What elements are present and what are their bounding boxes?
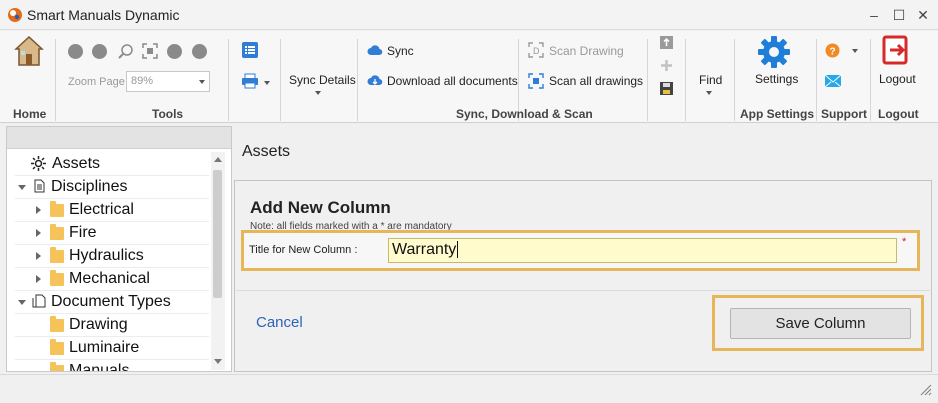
- zoom-out-icon[interactable]: [192, 44, 207, 59]
- tree-item-fire[interactable]: Fire: [69, 222, 97, 244]
- chevron-down-icon: [199, 80, 205, 84]
- find-button[interactable]: Find: [699, 73, 722, 87]
- scan-all-drawings-button[interactable]: Scan all drawings: [549, 74, 643, 88]
- zoom-search-icon[interactable]: [118, 43, 134, 59]
- tree-panel: Assets Disciplines Electrical Fire Hydra…: [6, 126, 232, 372]
- sync-download-scan-group-label: Sync, Download & Scan: [456, 107, 593, 121]
- form-divider: [236, 290, 930, 291]
- tree-item-hydraulics[interactable]: Hydraulics: [69, 245, 144, 267]
- scan-all-icon: [528, 73, 544, 89]
- title-bar: Smart Manuals Dynamic – ☐ ✕: [0, 0, 938, 30]
- folder-icon: [50, 247, 64, 263]
- collapse-arrow-icon[interactable]: [36, 229, 41, 237]
- window-title: Smart Manuals Dynamic: [27, 7, 180, 23]
- documents-icon: [32, 294, 46, 308]
- tree-item-assets[interactable]: Assets: [52, 153, 100, 175]
- scroll-up-icon[interactable]: [214, 157, 222, 162]
- collapse-arrow-icon[interactable]: [36, 252, 41, 260]
- tree-item-electrical[interactable]: Electrical: [69, 199, 134, 221]
- sync-cloud-icon: [367, 45, 383, 56]
- scan-drawing-button[interactable]: Scan Drawing: [549, 44, 624, 58]
- scroll-down-icon[interactable]: [214, 359, 222, 364]
- scan-drawing-icon: D: [528, 42, 544, 58]
- close-button[interactable]: ✕: [913, 5, 933, 25]
- tree-item-document-types[interactable]: Document Types: [51, 291, 171, 313]
- folder-icon: [50, 270, 64, 286]
- tree-item-disciplines[interactable]: Disciplines: [51, 176, 127, 198]
- support-group-label: Support: [821, 107, 867, 121]
- folder-icon: [50, 201, 64, 217]
- upload-icon[interactable]: [659, 35, 674, 50]
- ribbon-toolbar: Home Zoom Page 89% Tools Sync Details Sy…: [0, 31, 938, 123]
- svg-text:?: ?: [830, 47, 836, 58]
- back-circle-icon[interactable]: [68, 44, 83, 59]
- expand-arrow-icon[interactable]: [18, 300, 26, 305]
- document-icon: [34, 179, 45, 193]
- forward-circle-icon[interactable]: [92, 44, 107, 59]
- scroll-thumb[interactable]: [213, 170, 222, 298]
- zoom-page-label: Zoom Page: [68, 76, 125, 88]
- add-icon[interactable]: [659, 58, 674, 73]
- section-title: Assets: [242, 143, 291, 160]
- tree-item-drawing[interactable]: Drawing: [69, 314, 128, 336]
- fit-page-icon[interactable]: [142, 43, 158, 59]
- zoom-page-select[interactable]: 89%: [126, 71, 210, 92]
- save-column-button[interactable]: Save Column: [730, 308, 911, 339]
- save-disk-icon[interactable]: [659, 81, 674, 96]
- tree-item-mechanical[interactable]: Mechanical: [69, 268, 150, 290]
- collapse-arrow-icon[interactable]: [36, 206, 41, 214]
- print-dropdown-icon[interactable]: [264, 81, 270, 85]
- download-all-documents-button[interactable]: Download all documents: [387, 74, 518, 88]
- svg-text:D: D: [533, 46, 540, 56]
- expand-arrow-icon[interactable]: [18, 185, 26, 190]
- find-chevron-icon[interactable]: [706, 91, 712, 95]
- mail-icon[interactable]: [825, 73, 841, 89]
- app-logo-icon: [8, 8, 22, 22]
- zoom-value: 89%: [131, 75, 154, 87]
- help-icon[interactable]: ?: [825, 43, 840, 58]
- form-heading: Add New Column: [250, 198, 391, 217]
- tools-group-label: Tools: [152, 107, 184, 121]
- collapse-arrow-icon[interactable]: [36, 275, 41, 283]
- logout-icon[interactable]: [881, 35, 911, 65]
- sync-details-chevron-icon[interactable]: [315, 91, 321, 95]
- folder-icon: [50, 339, 64, 355]
- tree-panel-header: [7, 127, 231, 149]
- asset-gear-icon: [31, 156, 46, 171]
- resize-grip-icon[interactable]: [918, 382, 932, 396]
- title-input[interactable]: Warranty: [388, 238, 897, 263]
- required-marker: *: [902, 236, 907, 248]
- help-chevron-icon[interactable]: [852, 49, 858, 53]
- logout-group-label: Logout: [878, 107, 919, 121]
- app-settings-group-label: App Settings: [740, 107, 814, 121]
- list-icon[interactable]: [242, 42, 258, 58]
- tree-item-luminaire[interactable]: Luminaire: [69, 337, 139, 359]
- title-input-value: Warranty: [392, 241, 457, 258]
- sync-details-button[interactable]: Sync Details: [289, 73, 356, 87]
- status-bar: [0, 374, 938, 403]
- gear-icon[interactable]: [757, 35, 791, 69]
- zoom-in-icon[interactable]: [167, 44, 182, 59]
- home-group-label: Home: [13, 107, 47, 121]
- tree-item-manuals[interactable]: Manuals: [69, 360, 129, 371]
- folder-icon: [50, 362, 64, 371]
- settings-button[interactable]: Settings: [755, 72, 798, 86]
- folder-icon: [50, 224, 64, 240]
- logout-button[interactable]: Logout: [879, 72, 916, 86]
- minimize-button[interactable]: –: [864, 5, 884, 25]
- print-icon[interactable]: [241, 73, 259, 89]
- maximize-button[interactable]: ☐: [889, 5, 909, 25]
- folder-icon: [50, 316, 64, 332]
- sync-button[interactable]: Sync: [387, 44, 414, 58]
- cancel-link[interactable]: Cancel: [256, 314, 303, 331]
- text-caret: [457, 241, 459, 259]
- tree-scrollbar[interactable]: [211, 152, 225, 370]
- title-field-label: Title for New Column :: [249, 244, 358, 256]
- download-cloud-icon: [367, 75, 383, 86]
- house-icon[interactable]: [14, 35, 44, 67]
